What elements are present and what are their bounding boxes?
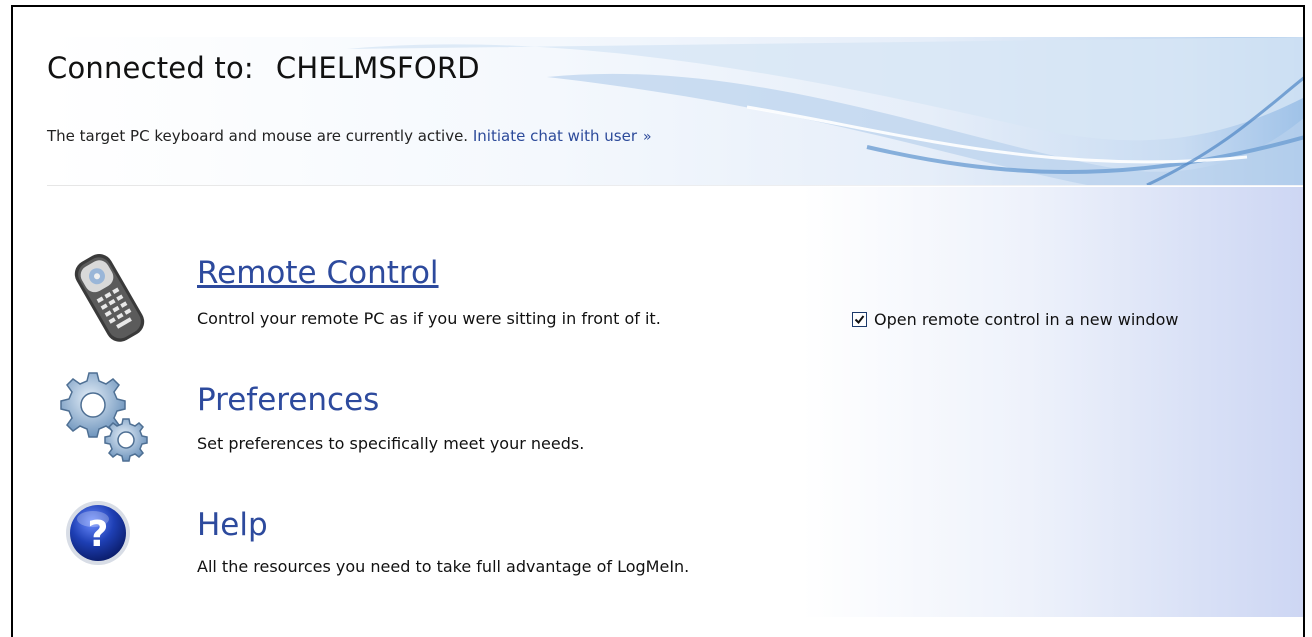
chat-link-label: Initiate chat with user (472, 127, 637, 145)
help-description: All the resources you need to take full … (197, 557, 690, 576)
svg-text:?: ? (88, 514, 109, 555)
checkmark-icon (854, 315, 865, 325)
initiate-chat-link[interactable]: Initiate chat with user » (473, 127, 652, 145)
divider (47, 185, 1303, 186)
status-text: The target PC keyboard and mouse are cur… (47, 127, 469, 145)
chevron-right-icon: » (642, 129, 652, 145)
computer-name: CHELMSFORD (275, 51, 480, 85)
checkbox-box[interactable] (852, 312, 867, 327)
preferences-link[interactable]: Preferences (197, 382, 379, 418)
remote-control-icon[interactable] (63, 247, 155, 351)
connection-title: Connected to: CHELMSFORD (47, 51, 480, 85)
help-link[interactable]: Help (197, 507, 268, 543)
status-line: The target PC keyboard and mouse are cur… (47, 127, 652, 145)
new-window-checkbox[interactable]: Open remote control in a new window (852, 310, 1178, 329)
remote-control-description: Control your remote PC as if you were si… (197, 309, 661, 328)
connection-panel: Connected to: CHELMSFORD The target PC ke… (11, 5, 1305, 637)
help-icon[interactable]: ? (63, 497, 133, 573)
connected-label: Connected to: (47, 51, 254, 85)
preferences-description: Set preferences to specifically meet you… (197, 434, 585, 453)
gears-icon[interactable] (51, 367, 151, 467)
new-window-label: Open remote control in a new window (874, 310, 1179, 329)
remote-control-link[interactable]: Remote Control (197, 255, 439, 291)
